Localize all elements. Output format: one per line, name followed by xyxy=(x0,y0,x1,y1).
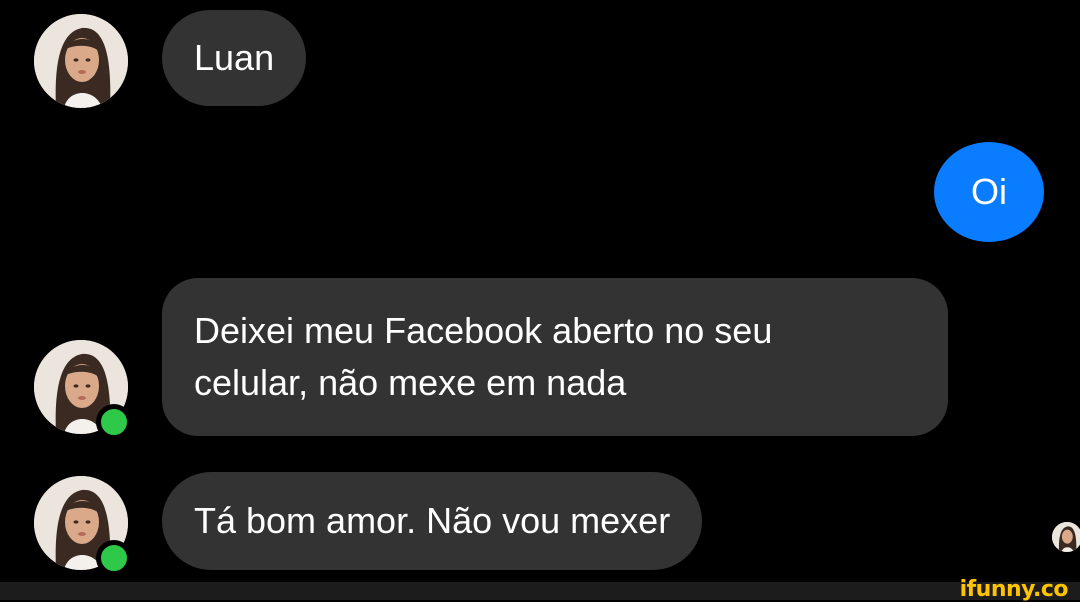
message-text: Deixei meu Facebook aberto no seu celula… xyxy=(194,310,773,403)
message-bubble-outgoing[interactable]: Oi xyxy=(934,142,1044,242)
message-bubble-incoming[interactable]: Tá bom amor. Não vou mexer xyxy=(162,472,703,570)
online-status-icon xyxy=(96,404,132,440)
read-receipt-avatar-icon xyxy=(1052,522,1080,552)
footer-bar xyxy=(0,582,1080,600)
message-text: Luan xyxy=(194,37,275,78)
chat-thread: Luan Oi Deixei meu Facebook aberto no se… xyxy=(0,0,1080,582)
message-text: Tá bom amor. Não vou mexer xyxy=(194,500,671,541)
watermark: ifunny.co xyxy=(959,577,1069,602)
contact-avatar-icon xyxy=(34,14,128,108)
message-bubble-incoming[interactable]: Luan xyxy=(162,10,307,106)
message-bubble-incoming[interactable]: Deixei meu Facebook aberto no seu celula… xyxy=(162,278,948,436)
message-text: Oi xyxy=(971,171,1007,212)
online-status-icon xyxy=(96,540,132,576)
contact-avatar[interactable] xyxy=(34,14,128,108)
